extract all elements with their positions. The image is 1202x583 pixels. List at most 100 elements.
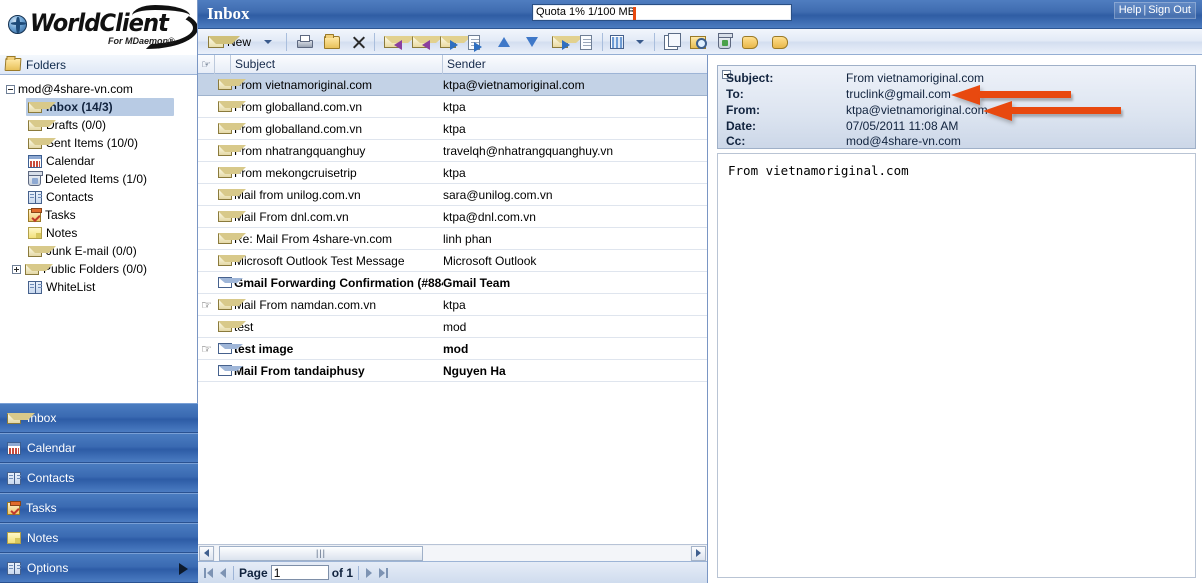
table-row[interactable]: From vietnamoriginal.com ktpa@vietnamori…: [198, 74, 707, 96]
sidebar-item-label: Deleted Items (1/0): [45, 172, 148, 186]
sidebar-item-drafts[interactable]: Drafts (0/0): [26, 116, 197, 134]
note-icon: [7, 532, 21, 544]
bar-icon: [386, 567, 389, 578]
column-header-sender[interactable]: Sender: [443, 55, 706, 74]
columns-button[interactable]: [608, 31, 626, 53]
print-button[interactable]: [294, 31, 314, 53]
delete-button[interactable]: [350, 31, 369, 53]
inbox-icon: [7, 412, 35, 424]
reply-all-button[interactable]: [410, 31, 444, 53]
nav-button-inbox[interactable]: Inbox: [0, 403, 198, 433]
envelope-icon: [28, 137, 56, 149]
table-row[interactable]: Mail From dnl.com.vn ktpa@dnl.com.vn: [198, 206, 707, 228]
sidebar-item-calendar[interactable]: Calendar: [26, 152, 197, 170]
row-status-icon: [215, 233, 246, 244]
trash-icon: [718, 33, 733, 49]
sidebar-item-deleted-items[interactable]: Deleted Items (1/0): [26, 170, 197, 188]
quota-label: Quota 1% 1/100 MB: [536, 6, 636, 18]
envelope-unread-icon: [217, 343, 243, 354]
scroll-track[interactable]: |||: [215, 545, 690, 561]
new-dropdown-button[interactable]: [258, 31, 278, 53]
note-icon: [28, 227, 42, 239]
row-subject: From globalland.com.vn: [234, 121, 363, 136]
table-row[interactable]: Mail from unilog.com.vn sara@unilog.com.…: [198, 184, 707, 206]
signout-link[interactable]: Sign Out: [1148, 4, 1191, 16]
options-icon: [7, 561, 21, 575]
nav-button-calendar[interactable]: Calendar: [0, 433, 198, 463]
table-row[interactable]: test mod: [198, 316, 707, 338]
sidebar-item-junk-email[interactable]: Junk E-mail (0/0): [26, 242, 197, 260]
message-list-hscrollbar[interactable]: |||: [198, 544, 707, 561]
trash-icon: [28, 170, 43, 186]
table-row[interactable]: Mail From tandaiphusy Nguyen Ha: [198, 360, 707, 382]
message-body: From vietnamoriginal.com: [717, 153, 1196, 578]
chevron-right-icon[interactable]: [179, 563, 188, 575]
view-source-button[interactable]: [578, 31, 594, 53]
envelope-icon: [25, 263, 53, 275]
scroll-thumb[interactable]: |||: [219, 545, 423, 561]
new-message-button[interactable]: New: [206, 31, 253, 53]
sidebar-item-contacts[interactable]: Contacts: [26, 188, 197, 206]
row-status-icon: [215, 211, 246, 222]
address-book-icon: [28, 190, 42, 204]
previous-message-button[interactable]: [496, 31, 512, 53]
sidebar-item-whitelist[interactable]: WhiteList: [26, 278, 197, 296]
row-sender: ktpa: [443, 165, 466, 180]
table-row[interactable]: Re: Mail From 4share-vn.com linh phan: [198, 228, 707, 250]
sidebar-item-label: Tasks: [45, 208, 76, 222]
table-row[interactable]: Microsoft Outlook Test Message Microsoft…: [198, 250, 707, 272]
sidebar-item-notes[interactable]: Notes: [26, 224, 197, 242]
nav-button-options[interactable]: Options: [0, 553, 198, 583]
column-header-icon[interactable]: [215, 54, 231, 74]
quota-fill: [633, 7, 636, 20]
mark-read-button[interactable]: [550, 31, 584, 53]
column-header-attachment[interactable]: ☞: [198, 54, 215, 74]
next-page-button[interactable]: [364, 567, 374, 578]
reply-button[interactable]: [382, 31, 416, 53]
help-link[interactable]: Help: [1119, 4, 1142, 16]
envelope-read-icon: [217, 189, 246, 200]
next-message-button[interactable]: [524, 31, 540, 53]
page-input[interactable]: [270, 565, 329, 580]
empty-trash-button[interactable]: [716, 31, 733, 53]
sidebar-item-inbox[interactable]: Inbox (14/3): [26, 98, 174, 116]
field-key: To:: [726, 87, 744, 101]
block-sender-button[interactable]: [740, 31, 760, 53]
table-row[interactable]: ☞ Mail From namdan.com.vn ktpa: [198, 294, 707, 316]
column-header-subject[interactable]: Subject: [231, 54, 443, 74]
table-row[interactable]: From nhatrangquanghuy travelqh@nhatrangq…: [198, 140, 707, 162]
sidebar-item-sent-items[interactable]: Sent Items (10/0): [26, 134, 197, 152]
row-status-icon: [215, 277, 243, 288]
sidebar-item-tasks[interactable]: Tasks: [26, 206, 197, 224]
row-subject: From globalland.com.vn: [234, 99, 363, 114]
scroll-right-button[interactable]: [691, 545, 706, 561]
table-row[interactable]: From mekongcruisetrip ktpa: [198, 162, 707, 184]
columns-dropdown-button[interactable]: [630, 31, 650, 53]
redirect-button[interactable]: [466, 31, 482, 53]
scroll-left-button[interactable]: [199, 545, 214, 561]
allow-sender-button[interactable]: [770, 31, 790, 53]
table-row[interactable]: Gmail Forwarding Confirmation (#884 Gmai…: [198, 272, 707, 294]
last-page-button[interactable]: [377, 567, 390, 578]
header-field-date: Date: 07/05/2011 11:08 AM: [726, 118, 958, 134]
copy-button[interactable]: [662, 31, 681, 53]
table-row[interactable]: From globalland.com.vn ktpa: [198, 118, 707, 140]
sidebar-item-label: Inbox (14/3): [46, 100, 113, 114]
nav-button-notes[interactable]: Notes: [0, 523, 198, 553]
previous-page-button[interactable]: [218, 567, 228, 578]
forward-button[interactable]: [438, 31, 472, 53]
move-to-folder-button[interactable]: [322, 31, 342, 53]
table-row[interactable]: From globalland.com.vn ktpa: [198, 96, 707, 118]
row-status-icon: [215, 145, 246, 156]
search-folder-button[interactable]: [688, 31, 708, 53]
sidebar-item-public-folders[interactable]: Public Folders (0/0): [10, 260, 197, 278]
collapse-icon[interactable]: [6, 84, 15, 94]
table-row[interactable]: ☞ test image mod: [198, 338, 707, 360]
new-mail-icon: [208, 36, 240, 48]
nav-button-tasks[interactable]: Tasks: [0, 493, 198, 523]
nav-button-contacts[interactable]: Contacts: [0, 463, 198, 493]
account-node[interactable]: mod@4share-vn.com: [4, 80, 197, 98]
nav-button-label: Notes: [27, 531, 59, 545]
first-page-button[interactable]: [202, 567, 215, 578]
expand-icon[interactable]: [12, 264, 21, 274]
